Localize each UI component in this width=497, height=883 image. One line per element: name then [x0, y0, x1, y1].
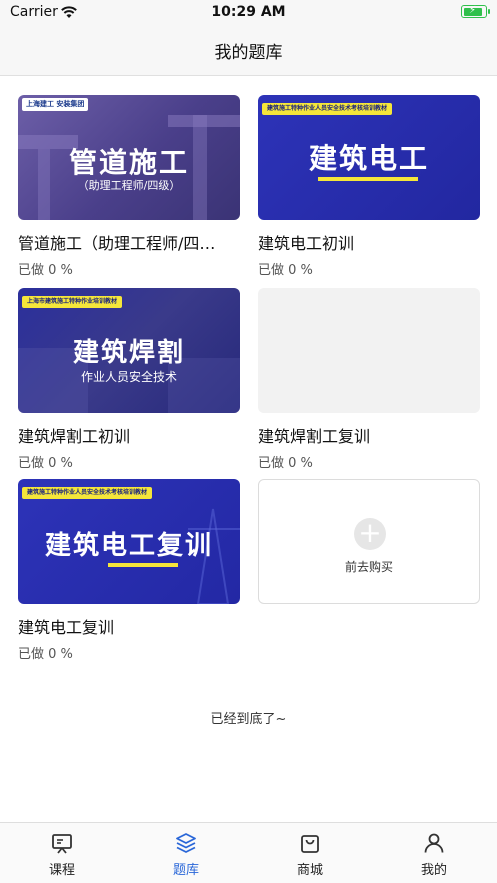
- course-card-pipe[interactable]: 上海建工 安装集团 管道施工 （助理工程师/四级） 管道施工（助理工程师/四… …: [18, 95, 240, 278]
- cover-title: 管道施工: [68, 146, 189, 179]
- course-card-electrician-refresher[interactable]: 建筑施工特种作业人员安全技术考核培训教材 建筑电工复训 建筑电工复训 已做 0 …: [18, 479, 240, 662]
- course-progress: 已做 0 %: [258, 263, 313, 278]
- tab-question-bank[interactable]: 题库: [124, 831, 248, 878]
- cover-subtitle: （助理工程师/四级）: [77, 179, 181, 192]
- cover-subtitle: 作业人员安全技术: [80, 370, 177, 384]
- course-title: 管道施工（助理工程师/四…: [18, 234, 216, 253]
- course-title: 建筑电工复训: [18, 618, 115, 637]
- tab-label: 商城: [296, 863, 323, 878]
- buy-more-label: 前去购买: [344, 560, 393, 574]
- tab-label: 课程: [48, 863, 75, 878]
- tab-bar: 课程 题库 商城 我的: [0, 822, 497, 883]
- cover-underline: [318, 177, 418, 181]
- cover-title: 建筑电工复训: [44, 531, 213, 561]
- tab-courses[interactable]: 课程: [0, 831, 124, 878]
- brand-logo: 上海建工 安装集团: [22, 98, 89, 111]
- course-cover-image: 建筑施工特种作业人员安全技术考核培训教材 建筑电工复训: [18, 479, 240, 604]
- status-bar: Carrier 10:29 AM ⚡: [0, 0, 497, 26]
- course-card-welding-refresher[interactable]: 建筑焊割工复训 已做 0 %: [258, 288, 480, 471]
- course-cover-image: 上海建工 安装集团 管道施工 （助理工程师/四级）: [18, 95, 240, 220]
- course-title: 建筑焊割工复训: [258, 427, 371, 446]
- course-card-electrician[interactable]: 建筑施工特种作业人员安全技术考核培训教材 建筑电工 建筑电工初训 已做 0 %: [258, 95, 480, 278]
- person-icon: [424, 833, 444, 853]
- cover-tag: 建筑施工特种作业人员安全技术考核培训教材: [262, 103, 393, 115]
- course-progress: 已做 0 %: [18, 647, 73, 662]
- tab-label: 我的: [420, 863, 447, 878]
- tab-mall[interactable]: 商城: [248, 831, 372, 878]
- end-of-list-text: 已经到底了~: [210, 712, 287, 727]
- status-time: 10:29 AM: [211, 4, 286, 20]
- navigation-bar: 我的题库: [0, 26, 497, 76]
- battery-icon: ⚡: [461, 5, 490, 18]
- course-card-welding[interactable]: 上海市建筑施工特种作业培训教材 建筑焊割 作业人员安全技术 建筑焊割工初训 已做…: [18, 288, 240, 471]
- cover-title: 建筑电工: [308, 142, 429, 175]
- course-cover-image: 上海市建筑施工特种作业培训教材 建筑焊割 作业人员安全技术: [18, 288, 240, 413]
- buy-more-button[interactable]: + 前去购买: [258, 479, 480, 604]
- course-progress: 已做 0 %: [258, 456, 313, 471]
- cover-underline: [108, 563, 178, 567]
- course-title: 建筑电工初训: [258, 234, 355, 253]
- course-cover-image: 建筑施工特种作业人员安全技术考核培训教材 建筑电工: [258, 95, 480, 220]
- plus-icon: +: [354, 518, 386, 550]
- course-progress: 已做 0 %: [18, 456, 73, 471]
- layers-icon: [176, 833, 196, 853]
- course-progress: 已做 0 %: [18, 263, 73, 278]
- course-board-icon: [52, 834, 72, 854]
- cover-title: 建筑焊割: [72, 338, 185, 368]
- course-cover-placeholder: [258, 288, 480, 413]
- tab-profile[interactable]: 我的: [372, 831, 496, 878]
- cover-tag: 建筑施工特种作业人员安全技术考核培训教材: [22, 487, 153, 499]
- cover-tag: 上海市建筑施工特种作业培训教材: [22, 296, 123, 308]
- course-title: 建筑焊割工初训: [18, 427, 131, 446]
- shopping-bag-icon: [301, 835, 319, 853]
- page-title: 我的题库: [214, 43, 283, 63]
- tab-label: 题库: [172, 863, 199, 878]
- buy-more-card[interactable]: + 前去购买: [258, 479, 480, 604]
